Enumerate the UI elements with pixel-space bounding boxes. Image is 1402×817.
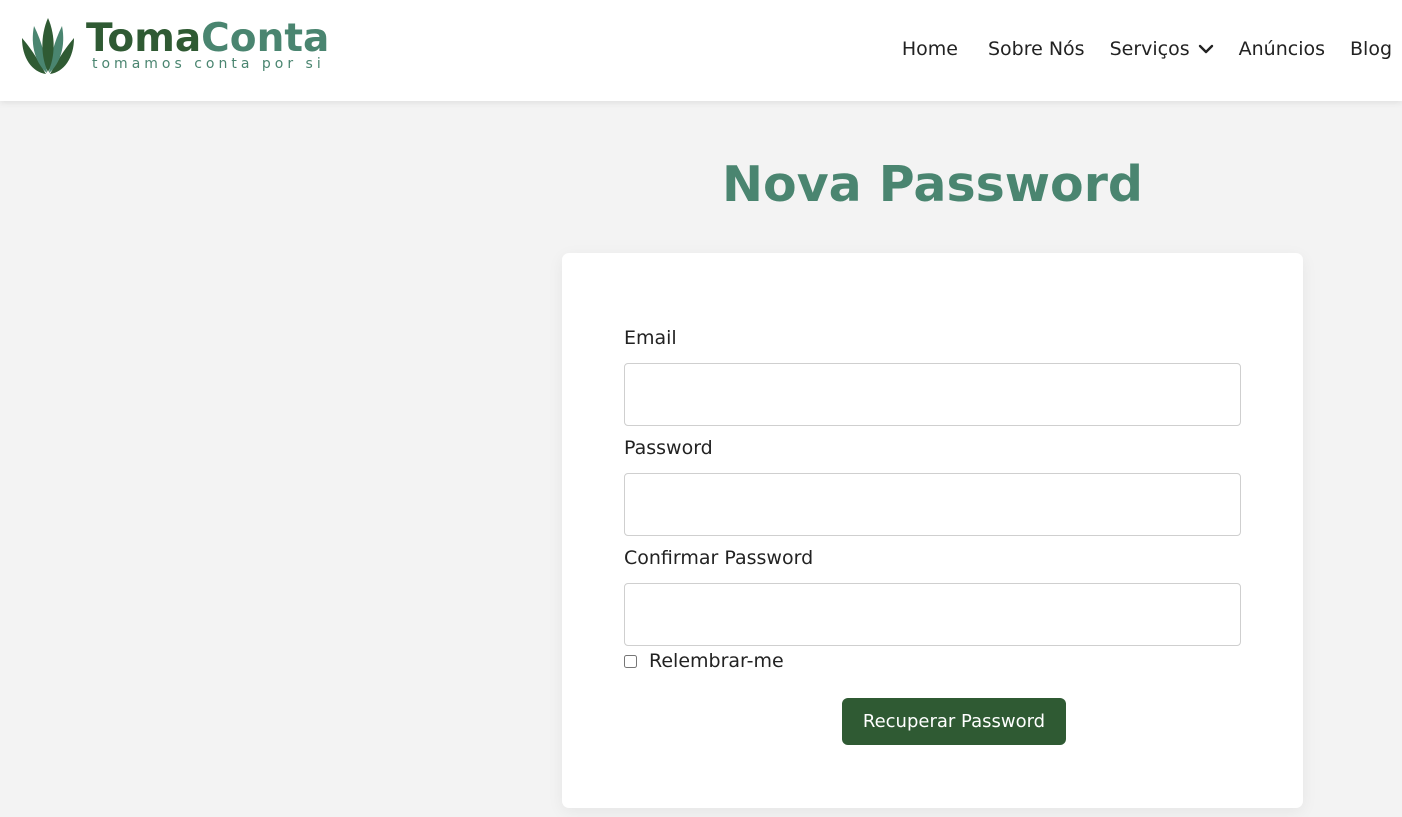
- nav-item-anuncios[interactable]: Anúncios: [1239, 38, 1325, 60]
- recover-password-button[interactable]: Recuperar Password: [842, 698, 1066, 745]
- email-field[interactable]: [624, 363, 1241, 426]
- nav-item-label: Blog: [1350, 38, 1392, 60]
- nav-item-sobre-nos[interactable]: Sobre Nós: [988, 38, 1085, 60]
- remember-me-row: Relembrar-me: [624, 650, 784, 672]
- nav-item-label: Serviços: [1109, 38, 1190, 60]
- nav-item-blog[interactable]: Blog: [1350, 38, 1392, 60]
- lotus-leaf-icon: [22, 18, 74, 74]
- remember-me-label: Relembrar-me: [649, 650, 784, 672]
- chevron-down-icon: [1198, 44, 1213, 54]
- brand-name-part1: Toma: [86, 16, 202, 61]
- nav-item-label: Anúncios: [1238, 38, 1325, 60]
- site-logo[interactable]: TomaConta tomamos conta por si: [20, 16, 329, 76]
- nav-item-label: Sobre Nós: [987, 38, 1085, 60]
- brand-name: TomaConta: [86, 18, 329, 60]
- email-label: Email: [624, 327, 677, 349]
- new-password-form: Email Password Confirmar Password Relemb…: [562, 253, 1303, 808]
- nav-item-home[interactable]: Home: [902, 38, 958, 60]
- site-header: TomaConta tomamos conta por si Home Sobr…: [0, 0, 1402, 101]
- confirm-password-label: Confirmar Password: [624, 547, 814, 569]
- brand-name-part2: Conta: [201, 16, 330, 61]
- nav-item-servicos[interactable]: Serviços: [1110, 38, 1214, 60]
- page-title: Nova Password: [722, 156, 1143, 213]
- remember-me-checkbox[interactable]: [624, 654, 637, 668]
- password-field[interactable]: [624, 473, 1241, 536]
- main-nav: Home Sobre Nós Serviços Anúncios Blog: [902, 38, 1392, 60]
- nav-item-label: Home: [901, 38, 958, 60]
- password-label: Password: [624, 437, 713, 459]
- brand-tagline: tomamos conta por si: [92, 56, 325, 72]
- confirm-password-field[interactable]: [624, 583, 1241, 646]
